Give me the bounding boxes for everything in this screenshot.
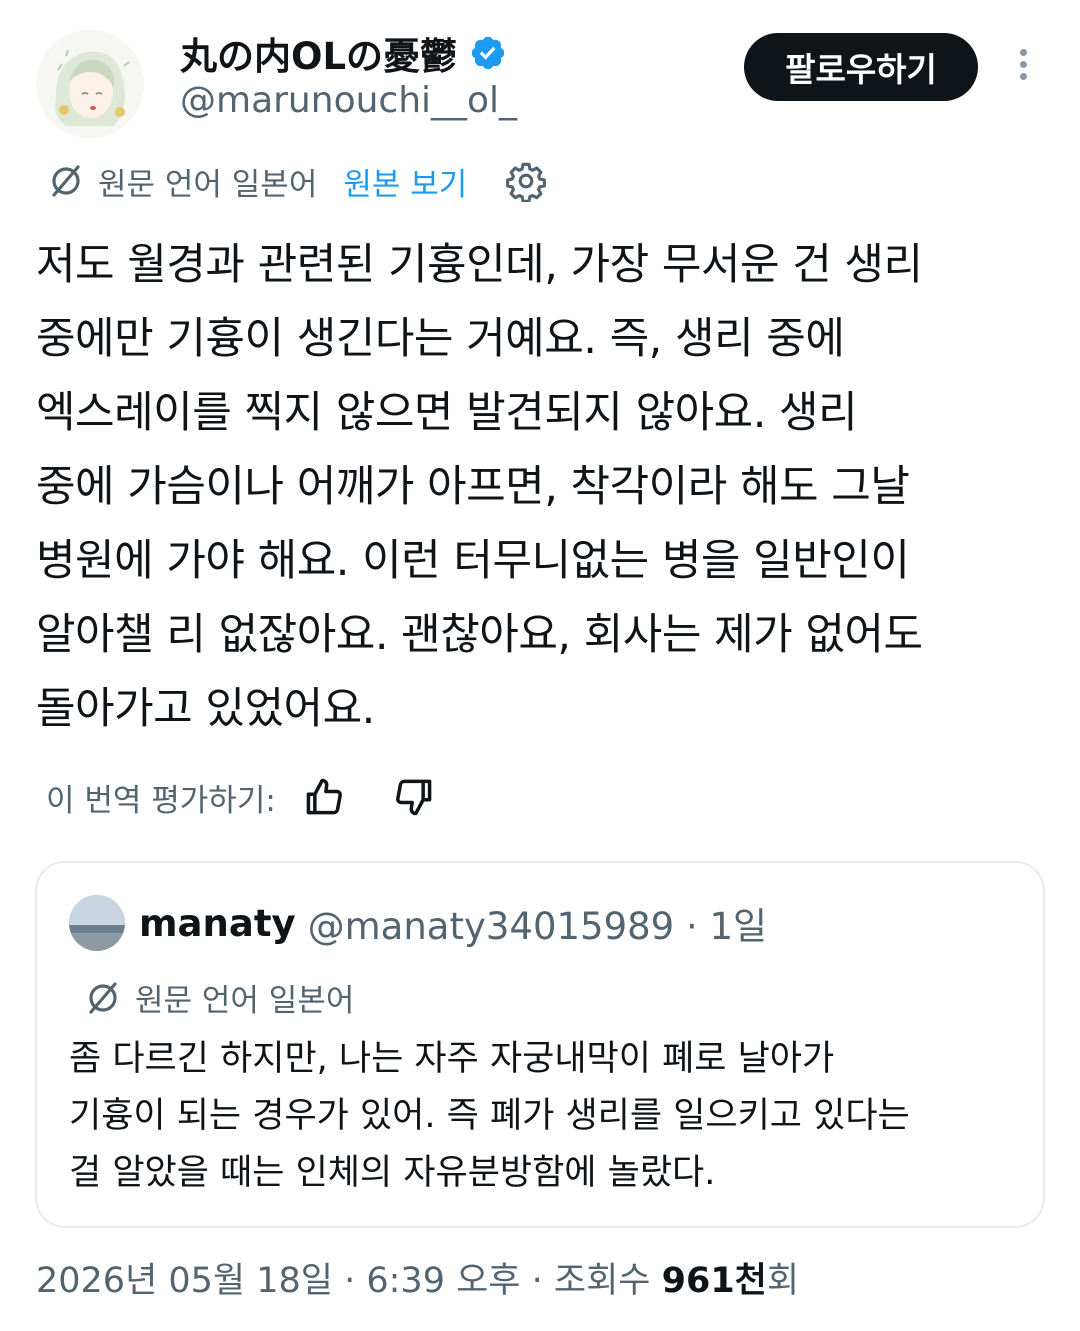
source-language-label: 원문 언어 일본어 <box>98 166 318 203</box>
follow-button[interactable]: 팔로우하기 <box>744 33 978 101</box>
tweet-datetime: 2026년 05월 18일 · 6:39 오후 · 조회수 <box>36 1261 662 1301</box>
quoted-tweet-card[interactable]: manaty @manaty34015989 · 1일 원문 언어 일본어 좀 … <box>35 861 1045 1228</box>
quoted-avatar[interactable] <box>69 895 125 951</box>
avatar[interactable] <box>36 30 144 138</box>
quoted-tweet-text: 좀 다르긴 하지만, 나는 자주 자궁내막이 폐로 날아가 기흉이 되는 경우가… <box>69 1039 910 1193</box>
display-name-text: 丸の内OLの憂鬱 <box>180 35 458 78</box>
user-handle[interactable]: @marunouchi__ol_ <box>180 80 517 121</box>
tweet-meta: 2026년 05월 18일 · 6:39 오후 · 조회수 961천회 <box>36 1252 799 1303</box>
view-count-suffix: 회 <box>766 1261 800 1301</box>
quoted-translation-bar: 원문 언어 일본어 <box>83 975 354 1020</box>
more-options-icon[interactable] <box>1005 44 1041 90</box>
gear-icon[interactable] <box>505 160 547 202</box>
quoted-header: manaty @manaty34015989 · 1일 <box>139 893 767 953</box>
translate-icon <box>52 165 80 197</box>
show-original-link[interactable]: 원본 보기 <box>343 159 467 204</box>
thumbs-down-icon[interactable] <box>392 775 436 819</box>
thumbs-up-icon[interactable] <box>302 775 346 819</box>
quoted-source-language: 원문 언어 일본어 <box>135 983 355 1019</box>
quoted-avatar-image <box>69 895 125 951</box>
rate-translation-label: 이 번역 평가하기: <box>46 782 276 819</box>
quoted-display-name: manaty <box>139 901 296 945</box>
translation-bar: 원문 언어 일본어 원본 보기 <box>46 156 547 206</box>
avatar-illustration <box>36 30 144 138</box>
view-count: 961천 <box>661 1261 767 1301</box>
quoted-handle-time: @manaty34015989 · 1일 <box>307 905 768 948</box>
rate-translation: 이 번역 평가하기: <box>46 770 436 824</box>
verified-badge-icon <box>471 36 505 70</box>
tweet-text: 저도 월경과 관련된 기흉인데, 가장 무서운 건 생리 중에만 기흉이 생긴다… <box>36 240 923 734</box>
translate-icon <box>89 981 117 1014</box>
display-name[interactable]: 丸の内OLの憂鬱 <box>180 26 507 80</box>
